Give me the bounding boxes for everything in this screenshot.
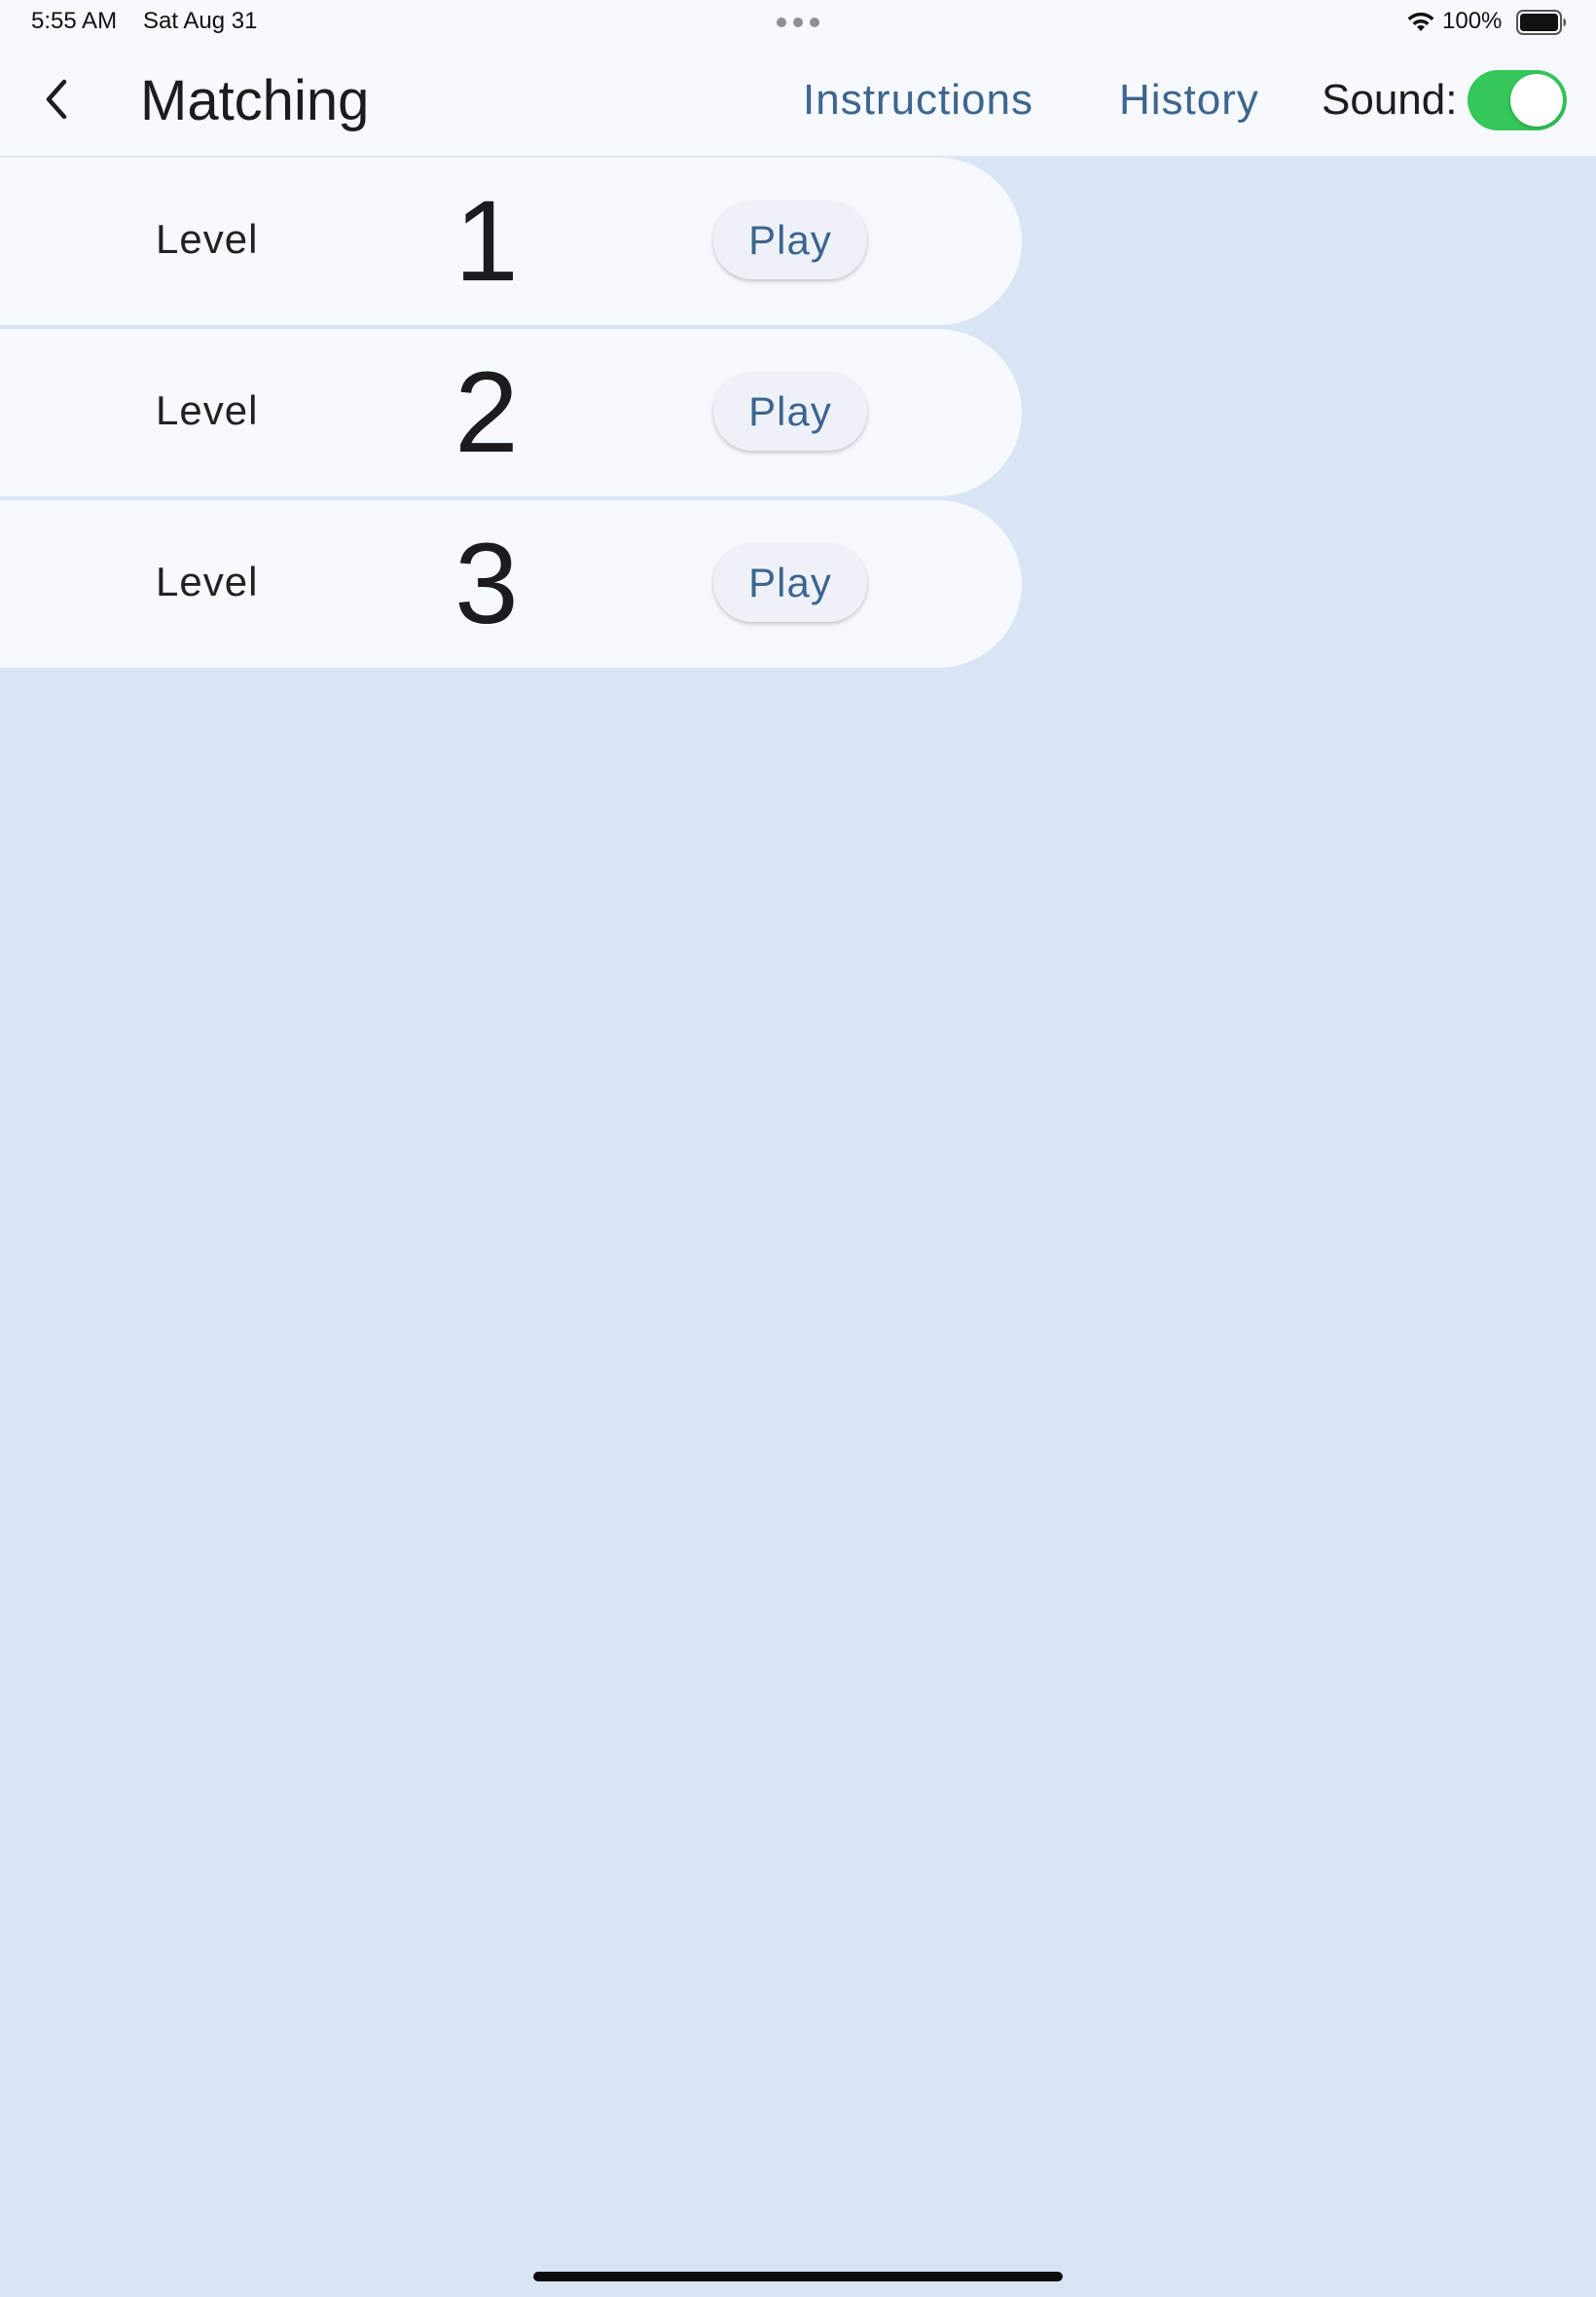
level-card-3: Level 3 Play <box>0 500 1022 668</box>
level-card-2: Level 2 Play <box>0 329 1022 496</box>
level-label: Level <box>156 216 259 262</box>
status-date: Sat Aug 31 <box>143 8 258 34</box>
instructions-link[interactable]: Instructions <box>803 76 1034 125</box>
play-level-2-button[interactable]: Play <box>713 373 867 451</box>
chevron-left-icon <box>46 79 67 120</box>
level-label: Level <box>156 559 259 604</box>
navigation-bar: Matching Instructions History Sound: <box>0 47 1596 158</box>
sound-label: Sound: <box>1322 76 1458 124</box>
status-bar: 5:55 AM Sat Aug 31 100% <box>0 0 1596 47</box>
level-number: 3 <box>454 520 519 648</box>
history-link[interactable]: History <box>1119 76 1259 125</box>
home-indicator[interactable] <box>533 2272 1063 2281</box>
multitask-dots-icon[interactable] <box>777 18 819 27</box>
level-card-1: Level 1 Play <box>0 158 1022 325</box>
sound-toggle-knob <box>1510 74 1563 127</box>
play-level-3-button[interactable]: Play <box>713 544 867 622</box>
battery-percentage: 100% <box>1442 8 1503 34</box>
back-button[interactable] <box>29 72 84 127</box>
level-number: 2 <box>454 348 519 477</box>
status-time: 5:55 AM <box>31 8 118 34</box>
battery-full-icon <box>1516 10 1566 35</box>
level-label: Level <box>156 387 259 433</box>
level-number: 1 <box>454 177 519 306</box>
play-level-1-button[interactable]: Play <box>713 201 867 279</box>
wifi-icon <box>1407 12 1434 31</box>
sound-toggle[interactable] <box>1468 70 1567 130</box>
page-title: Matching <box>140 69 370 132</box>
